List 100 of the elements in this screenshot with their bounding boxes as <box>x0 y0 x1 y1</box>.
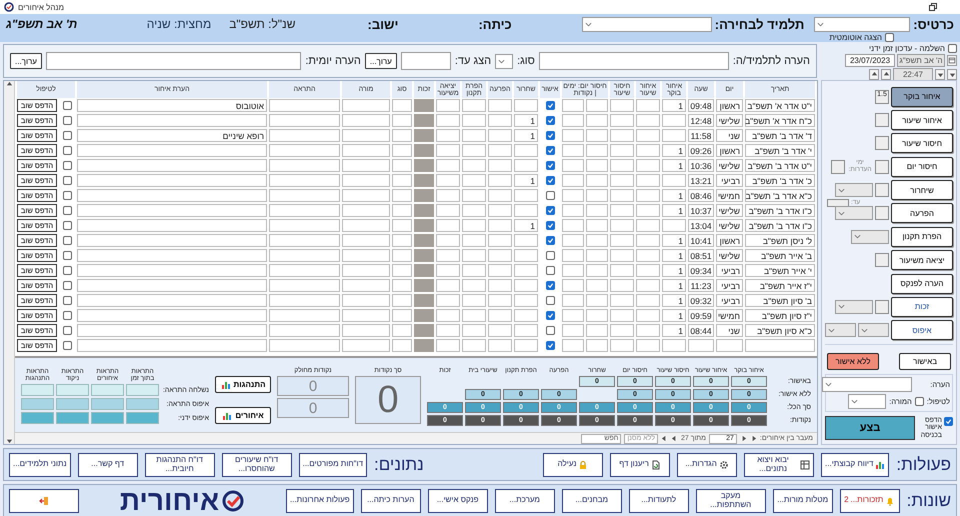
checkbox[interactable] <box>546 146 554 155</box>
checkbox[interactable] <box>546 176 554 185</box>
toolbar-button[interactable]: נתוני תלמידים... <box>9 452 71 476</box>
event-button[interactable]: הפרעה <box>891 203 953 224</box>
dropdown-field[interactable] <box>858 323 889 338</box>
dropdown-field[interactable] <box>835 206 873 220</box>
value-field[interactable] <box>875 206 889 220</box>
dropdown-field[interactable] <box>814 17 910 32</box>
checkbox[interactable] <box>914 396 924 406</box>
scrollbar[interactable] <box>4 81 15 444</box>
event-button[interactable]: הערה לפנקס <box>891 274 953 294</box>
checkbox[interactable] <box>62 161 72 170</box>
event-button[interactable]: יציאה משיעור <box>891 250 953 270</box>
checkbox[interactable] <box>62 236 72 245</box>
checkbox[interactable] <box>546 281 554 290</box>
date-field[interactable] <box>400 52 451 70</box>
calendar-icon[interactable] <box>947 55 957 66</box>
event-button[interactable]: הפרת תקנון <box>891 226 953 247</box>
checkbox[interactable] <box>546 221 554 230</box>
checkbox[interactable] <box>546 101 554 110</box>
value-field[interactable] <box>875 136 889 150</box>
daily-note-field[interactable] <box>46 52 302 70</box>
event-button[interactable]: זכות <box>891 296 953 317</box>
checkbox[interactable] <box>546 161 554 170</box>
checkbox[interactable] <box>944 416 953 426</box>
event-button[interactable]: שיחרור <box>891 180 953 200</box>
value-field[interactable] <box>875 160 889 174</box>
up-arrow-icon[interactable] <box>6 81 12 88</box>
toolbar-button[interactable]: מבחנים... <box>562 488 622 512</box>
toolbar-button[interactable]: לתעודות... <box>628 488 689 512</box>
toolbar-button[interactable]: מטלות מורות... <box>772 488 833 512</box>
chart-button[interactable]: איחורים <box>215 407 271 424</box>
checkbox[interactable] <box>546 251 554 260</box>
down-arrow-icon[interactable] <box>6 437 12 444</box>
checkbox[interactable] <box>62 281 72 290</box>
edit-button[interactable]: ערוך... <box>10 53 42 69</box>
checkbox[interactable] <box>948 44 957 53</box>
checkbox[interactable] <box>546 296 554 305</box>
toolbar-button[interactable]: מערכת... <box>494 488 555 512</box>
dropdown-field[interactable] <box>848 394 886 409</box>
value-field[interactable] <box>875 253 889 268</box>
edit-button[interactable]: ערוך... <box>364 53 397 69</box>
checkbox[interactable] <box>62 206 72 215</box>
checkbox[interactable] <box>546 341 554 350</box>
checkbox[interactable] <box>62 296 72 305</box>
toolbar-button[interactable]: יבוא ויצוא נתונים... <box>744 452 814 476</box>
checkbox[interactable] <box>546 326 554 335</box>
value-field[interactable] <box>831 160 845 174</box>
event-button[interactable]: חיסור שיעור <box>891 133 953 154</box>
time-field[interactable]: 22:47 <box>893 68 933 81</box>
execute-button[interactable]: בצע <box>825 416 915 440</box>
event-button[interactable]: איפוס <box>891 320 953 340</box>
toolbar-button[interactable]: מעקב השתתפות... <box>696 488 766 512</box>
dropdown-field[interactable] <box>825 323 856 338</box>
approve-button[interactable]: באישור <box>899 352 951 370</box>
checkbox[interactable] <box>62 146 72 155</box>
checkbox[interactable] <box>62 341 72 350</box>
checkbox[interactable] <box>546 236 554 245</box>
toolbar-button[interactable]: דיווח קבוצתי... <box>821 452 890 476</box>
checkbox[interactable] <box>62 176 72 185</box>
toolbar-button[interactable]: דו"ח שיעורים שהוחסרו... <box>222 452 292 476</box>
student-note-field[interactable] <box>538 52 729 70</box>
exit-button[interactable] <box>9 488 79 512</box>
event-button[interactable]: איחור בוקר <box>891 86 953 107</box>
checkbox[interactable] <box>62 101 72 110</box>
toolbar-button[interactable]: נעילה <box>543 452 604 476</box>
checkbox[interactable] <box>62 221 72 230</box>
checkbox[interactable] <box>546 311 554 320</box>
toolbar-button[interactable]: פנקס אישי... <box>428 488 488 512</box>
value-field[interactable] <box>875 300 889 314</box>
value-field[interactable] <box>827 198 849 207</box>
chart-button[interactable]: התנהגות <box>215 376 271 393</box>
dropdown-field[interactable] <box>835 300 873 314</box>
checkbox[interactable] <box>62 251 72 260</box>
checkbox[interactable] <box>885 33 894 42</box>
checkbox[interactable] <box>546 206 554 215</box>
dropdown-field[interactable] <box>851 230 889 244</box>
checkbox[interactable] <box>546 116 554 125</box>
toolbar-button[interactable]: הגדרות... <box>677 452 738 476</box>
restore-icon[interactable] <box>928 2 938 12</box>
checkbox[interactable] <box>62 266 72 275</box>
checkbox[interactable] <box>546 191 554 200</box>
checkbox[interactable] <box>546 266 554 275</box>
reject-button[interactable]: ללא אישור <box>827 352 879 370</box>
toolbar-button[interactable]: פעולות אחרונות... <box>286 488 354 512</box>
checkbox[interactable] <box>62 131 72 140</box>
dropdown-field[interactable] <box>835 183 873 198</box>
dropdown-field[interactable] <box>582 17 712 32</box>
event-button[interactable]: חיסור יום <box>891 156 953 177</box>
checkbox[interactable] <box>62 191 72 200</box>
dropdown-field[interactable] <box>822 376 912 392</box>
checkbox[interactable] <box>62 311 72 320</box>
checkbox[interactable] <box>62 116 72 125</box>
toolbar-button[interactable]: דף קשר... <box>78 452 138 476</box>
toolbar-button[interactable]: הערות כיתה... <box>360 488 421 512</box>
toolbar-button[interactable]: דו"ח התנהגות חיובית... <box>144 452 215 476</box>
checkbox[interactable] <box>546 131 554 140</box>
hebrew-date-field[interactable]: ה' אב תשפ"ג <box>897 54 945 67</box>
toolbar-button[interactable]: ריענון דף <box>610 452 670 476</box>
value-field[interactable] <box>875 183 889 198</box>
